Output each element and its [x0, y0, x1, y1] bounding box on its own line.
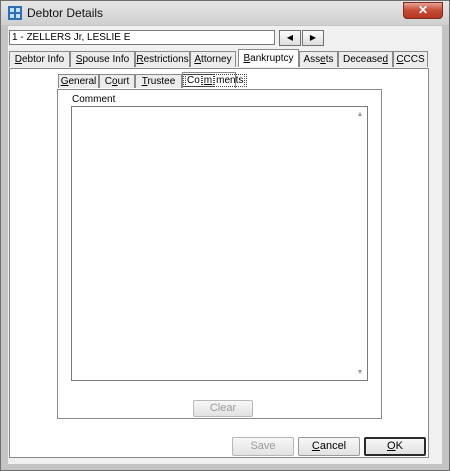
window-client-area: 1 - ZELLERS Jr, LESLIE E ◀ ▶ Debtor Info… — [8, 26, 442, 464]
comment-label: Comment — [72, 94, 116, 105]
arrow-left-icon: ◀ — [286, 33, 294, 42]
subtab-general[interactable]: General — [58, 74, 99, 88]
save-button[interactable]: Save — [232, 437, 294, 456]
ok-button[interactable]: OK — [364, 437, 426, 456]
tab-bankruptcy[interactable]: Bankruptcy — [238, 49, 299, 67]
app-icon — [8, 6, 22, 20]
tab-restrictions[interactable]: Restrictions — [135, 51, 190, 67]
subtab-court[interactable]: Court — [99, 74, 135, 88]
next-debtor-button[interactable]: ▶ — [302, 30, 324, 46]
scroll-down-icon[interactable]: ▼ — [353, 369, 367, 376]
window-title: Debtor Details — [27, 6, 104, 20]
previous-debtor-button[interactable]: ◀ — [279, 30, 301, 46]
comment-scrollbar[interactable]: ▲ ▼ — [353, 107, 367, 380]
tab-deceased[interactable]: Deceased — [338, 51, 393, 67]
tab-cccs[interactable]: CCCS — [393, 51, 428, 67]
subtab-comments[interactable]: Co m ments — [182, 72, 248, 88]
scroll-up-icon[interactable]: ▲ — [353, 111, 367, 118]
close-icon: ✕ — [417, 3, 429, 17]
tab-attorney[interactable]: Attorney — [190, 51, 236, 67]
tab-assets[interactable]: Assets — [299, 51, 338, 67]
comment-textarea[interactable]: ▲ ▼ — [71, 106, 368, 381]
clear-button[interactable]: Clear — [193, 400, 253, 417]
title-bar: Debtor Details ✕ — [1, 1, 449, 25]
debtor-select[interactable]: 1 - ZELLERS Jr, LESLIE E — [9, 30, 275, 45]
cancel-button[interactable]: Cancel — [298, 437, 360, 456]
debtor-details-window: Debtor Details ✕ 1 - ZELLERS Jr, LESLIE … — [0, 0, 450, 471]
tab-debtor-info[interactable]: Debtor Info — [9, 51, 70, 67]
tab-spouse-info[interactable]: Spouse Info — [70, 51, 135, 67]
arrow-right-icon: ▶ — [309, 33, 317, 42]
close-button[interactable]: ✕ — [403, 2, 443, 19]
subtab-trustee[interactable]: Trustee — [135, 74, 182, 88]
